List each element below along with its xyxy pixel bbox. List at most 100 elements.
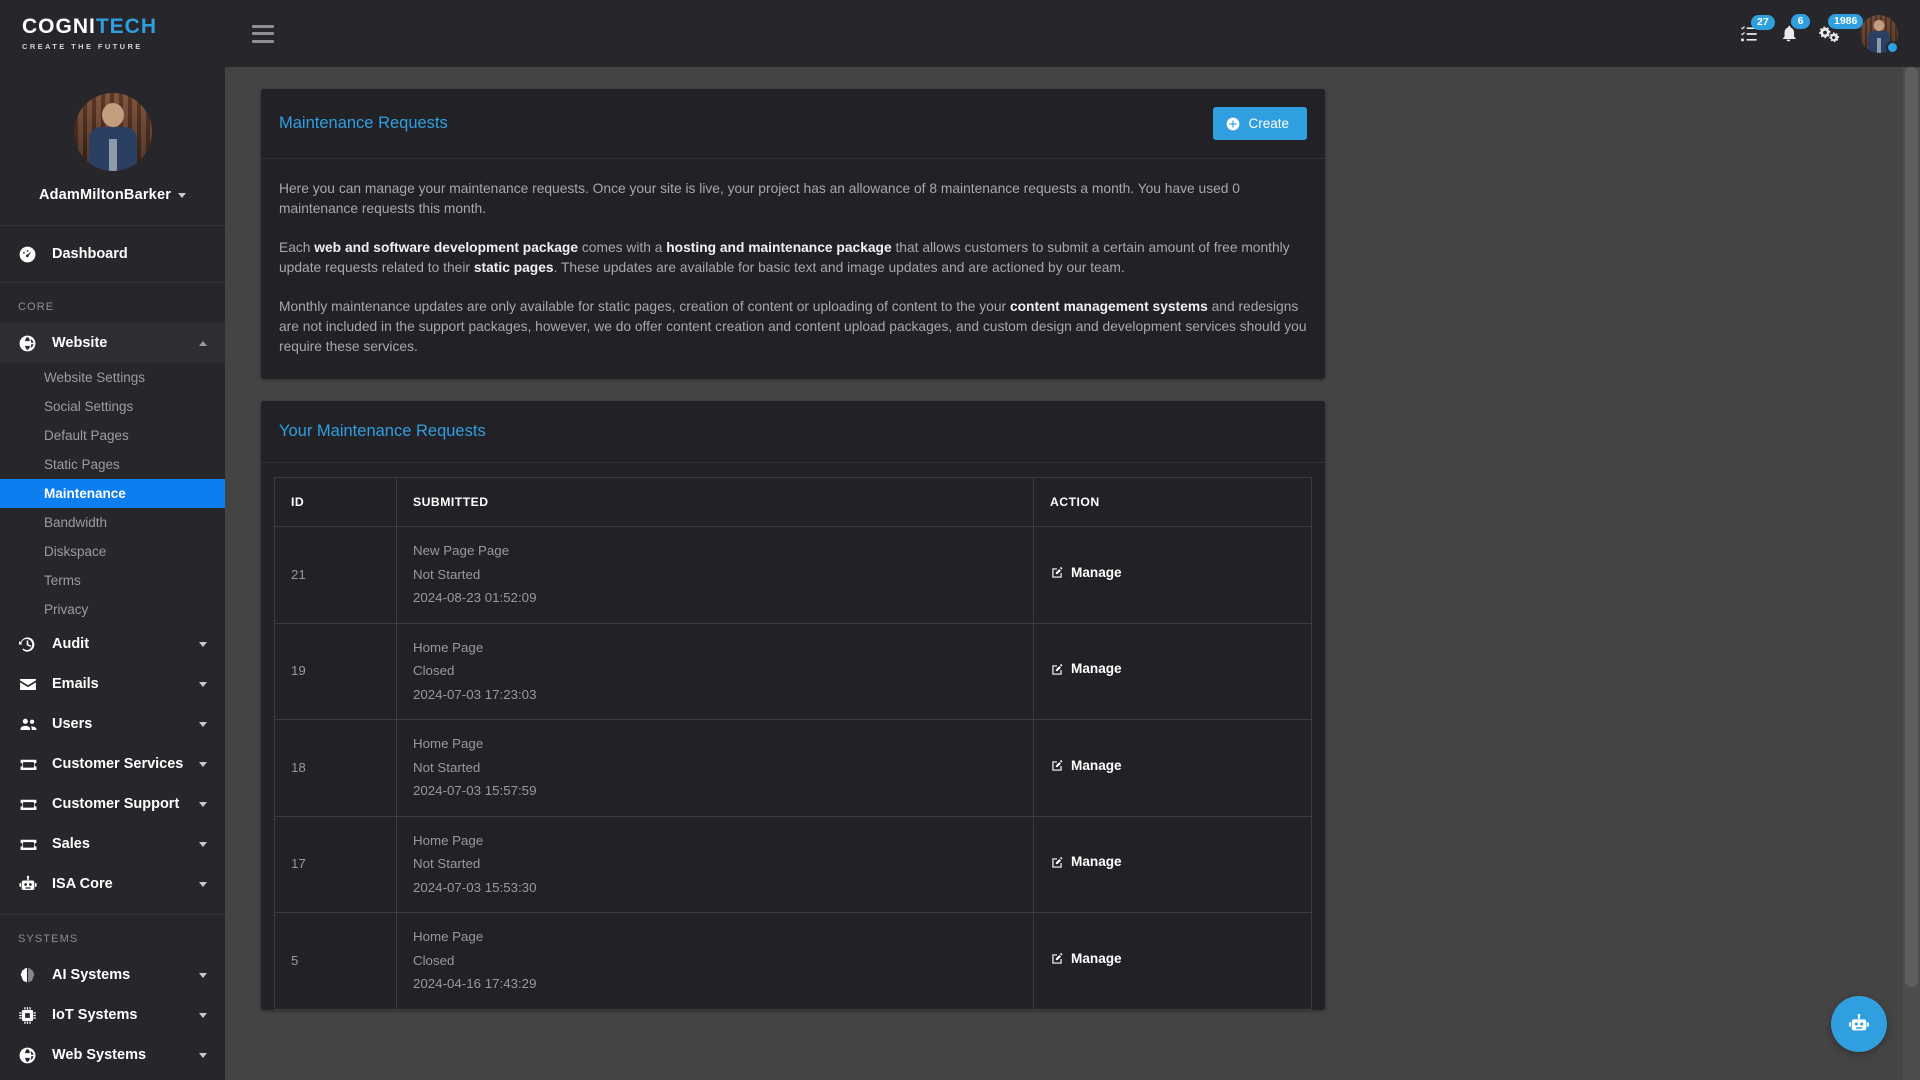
sidebar-item-privacy[interactable]: Privacy [0,595,225,624]
pen-to-square-icon [1052,856,1063,868]
sidebar-item-audit[interactable]: Audit [0,624,225,664]
sidebar-item-web-systems[interactable]: Web Systems [0,1035,225,1075]
sidebar-item-static-pages[interactable]: Static Pages [0,450,225,479]
profile-name-label: AdamMiltonBarker [38,187,172,203]
main-content: Maintenance Requests Create Here you can… [225,67,1920,1080]
table-row[interactable]: 21 New Page Page Not Started 2024-08-23 … [274,526,1312,624]
history-icon [18,635,44,654]
settings-button[interactable]: 1986 [1816,13,1864,45]
sidebar-item-customer-services[interactable]: Customer Services [0,744,225,784]
sidebar-item-iot-systems[interactable]: IoT Systems [0,995,225,1035]
hamburger-menu-icon[interactable] [252,24,274,43]
cell-id: 19 [274,622,397,720]
sidebar-item-label: Emails [52,676,99,692]
requests-table: ID SUBMITTED ACTION 21 New Page Page Not… [274,477,1312,1010]
sidebar-item-diskspace[interactable]: Diskspace [0,537,225,566]
info-paragraph-1: Here you can manage your maintenance req… [279,181,1240,216]
sidebar-subitem-label: Bandwidth [44,515,108,530]
manage-link[interactable]: Manage [1050,951,1122,968]
chevron-down-icon [199,721,207,727]
manage-link[interactable]: Manage [1050,565,1122,582]
chat-assistant-button[interactable] [1831,996,1887,1052]
robot-icon [1849,1013,1869,1031]
envelope-icon [18,675,44,694]
p3-bold-1: content management systems [1009,299,1208,314]
sidebar-item-emails[interactable]: Emails [0,664,225,704]
manage-link[interactable]: Manage [1050,758,1122,775]
row-timestamp: 2024-04-16 17:43:29 [413,976,537,991]
p2-bold-1: web and software development package [314,240,579,255]
manage-link[interactable]: Manage [1050,661,1122,678]
cell-id: 18 [274,719,397,817]
p2-bold-2: hosting and maintenance package [666,240,892,255]
chevron-down-icon [199,641,207,647]
avatar[interactable] [1860,14,1899,54]
profile-name-dropdown[interactable]: AdamMiltonBarker [38,187,187,203]
sidebar-item-terms[interactable]: Terms [0,566,225,595]
table-row[interactable]: 17 Home Page Not Started 2024-07-03 15:5… [274,815,1312,913]
table-row[interactable]: 5 Home Page Closed 2024-04-16 17:43:29 M… [274,912,1312,1010]
sidebar-item-social-settings[interactable]: Social Settings [0,392,225,421]
brand-tagline: CREATE THE FUTURE [22,42,143,51]
sidebar-subitem-label: Static Pages [44,457,120,472]
manage-label: Manage [1071,950,1122,966]
manage-label: Manage [1071,854,1122,870]
sidebar-item-bandwidth[interactable]: Bandwidth [0,508,225,537]
scrollbar-thumb[interactable] [1905,67,1918,987]
row-status: Closed [413,952,455,968]
sidebar-item-ai-systems[interactable]: AI Systems [0,955,225,995]
requests-title: Your Maintenance Requests [279,422,486,440]
sidebar-section-systems-label: SYSTEMS [18,933,79,945]
sidebar-item-isa-core[interactable]: ISA Core [0,864,225,904]
column-header-id: ID [274,477,397,527]
notifications-button[interactable]: 6 [1779,14,1810,44]
p2-text-c: comes with a [578,240,667,255]
sidebar-section-core-label: CORE [18,301,55,313]
table-head: ID SUBMITTED ACTION [274,477,1312,527]
cell-submitted: New Page Page Not Started 2024-08-23 01:… [396,526,1034,624]
chevron-down-icon [199,841,207,847]
sidebar-item-website-settings[interactable]: Website Settings [0,363,225,392]
sidebar-item-users[interactable]: Users [0,704,225,744]
card-body: Here you can manage your maintenance req… [261,159,1325,379]
maintenance-info-card: Maintenance Requests Create Here you can… [261,89,1325,379]
sidebar-item-customer-support[interactable]: Customer Support [0,784,225,824]
brand-logo[interactable]: COGNITECH CREATE THE FUTURE [0,0,225,67]
table-row[interactable]: 18 Home Page Not Started 2024-07-03 15:5… [274,719,1312,817]
sidebar-item-dashboard[interactable]: Dashboard [0,234,225,274]
page-scrollbar[interactable] [1903,67,1920,1080]
cell-submitted: Home Page Closed 2024-04-16 17:43:29 [396,912,1034,1010]
brand-title: COGNITECH [22,16,225,37]
pen-to-square-icon [1052,760,1063,771]
create-button[interactable]: Create [1213,107,1307,140]
tasks-button[interactable]: 27 [1739,14,1775,44]
sidebar-item-website[interactable]: Website [0,323,225,363]
users-icon [18,715,44,734]
sidebar-item-default-pages[interactable]: Default Pages [0,421,225,450]
row-page: Home Page [413,832,484,848]
row-page: Home Page [413,736,484,751]
row-page: Home Page [413,639,484,655]
sidebar-item-label: AI Systems [52,967,131,983]
manage-label: Manage [1071,757,1122,773]
sidebar-submenu-website: Website Settings Social Settings Default… [0,363,225,624]
robot-icon [18,875,44,894]
microchip-icon [18,1006,44,1025]
row-timestamp: 2024-08-23 01:52:09 [413,590,537,605]
sidebar-subitem-label: Privacy [44,602,89,617]
info-paragraph-2: Each web and software development packag… [279,238,1307,278]
profile-avatar[interactable] [73,93,152,171]
cell-action: Manage [1033,815,1312,913]
sidebar-item-label: IoT Systems [52,1007,138,1023]
table-row[interactable]: 19 Home Page Closed 2024-07-03 17:23:03 [274,622,1312,720]
manage-label: Manage [1071,661,1122,677]
avatar-head [1873,19,1885,31]
chevron-down-icon [178,192,187,198]
manage-link[interactable]: Manage [1050,854,1122,871]
chevron-down-icon [199,1012,207,1018]
sidebar-item-sales[interactable]: Sales [0,824,225,864]
sidebar-subitem-label: Social Settings [44,399,134,414]
app-shell: AdamMiltonBarker Dashboard CORE Website … [0,67,1920,1080]
sidebar-item-maintenance[interactable]: Maintenance [0,479,225,508]
hamburger-bar [252,24,274,28]
